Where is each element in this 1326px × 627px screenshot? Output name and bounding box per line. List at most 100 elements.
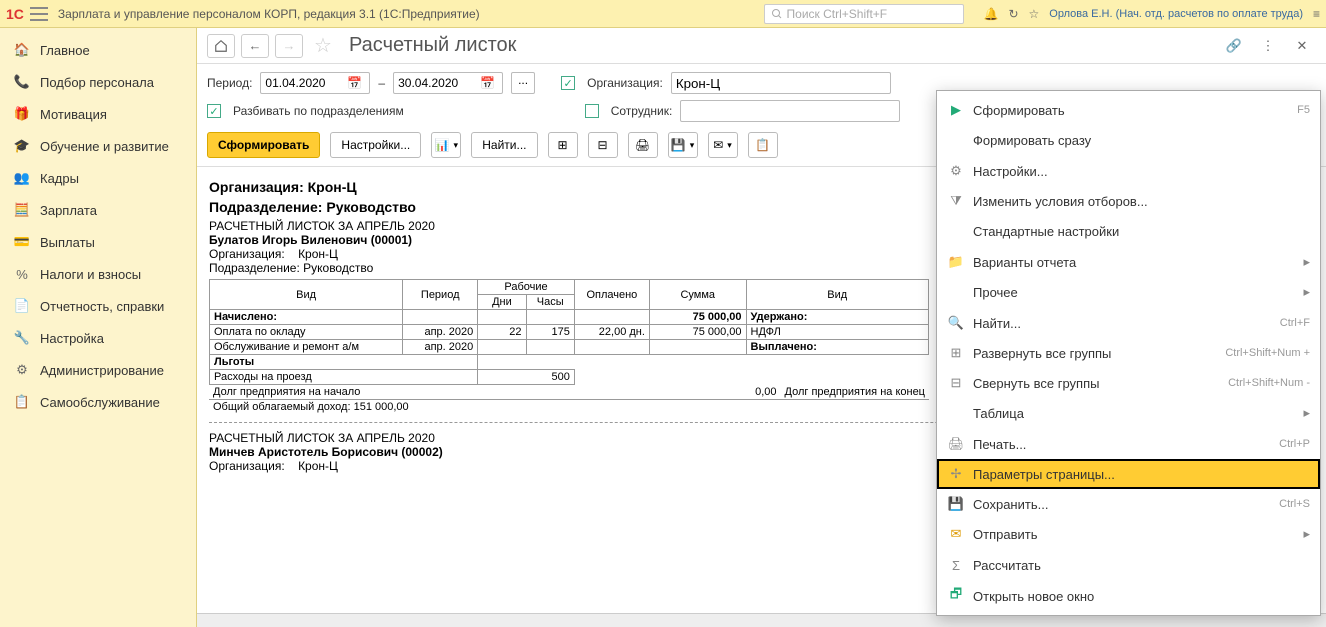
user-label[interactable]: Орлова Е.Н. (Нач. отд. расчетов по оплат… [1049,8,1303,20]
menu-item-label: Стандартные настройки [973,224,1310,239]
search-input[interactable]: Поиск Ctrl+Shift+F [764,4,964,24]
menu-item-Рассчитать[interactable]: ΣРассчитать [937,550,1320,580]
sidebar-item-Кадры[interactable]: 👥Кадры [0,162,196,194]
print-button[interactable]: 🖨 [628,132,658,158]
menu-shortcut: Ctrl+F [1280,317,1310,329]
page-title: Расчетный листок [349,34,516,57]
chevron-right-icon: ▸ [1303,254,1310,270]
app-title: Зарплата и управление персоналом КОРП, р… [58,7,480,21]
menu-item-Найти...[interactable]: 🔍Найти...Ctrl+F [937,308,1320,338]
copy-button[interactable]: 📋 [748,132,778,158]
org-label: Организация: [587,76,663,90]
menu-shortcut: Ctrl+S [1279,498,1310,510]
wallet-icon: 💳 [12,234,32,250]
calendar-icon[interactable]: 📅 [347,76,365,90]
table-row: Оплата по окладу апр. 2020 22 175 22,00 … [210,325,929,340]
main-area: ← → ☆ Расчетный листок 🔗 ⋮ ✕ Период: 01.… [197,28,1326,627]
menu-item-Печать...[interactable]: 🖨Печать...Ctrl+P [937,429,1320,459]
chevron-right-icon: ▸ [1303,526,1310,542]
sidebar-item-label: Выплаты [40,235,95,250]
home-icon: 🏠 [12,42,32,58]
menu-item-Стандартные настройки[interactable]: Стандартные настройки [937,216,1320,246]
more-icon[interactable]: ⋮ [1254,34,1282,58]
graduation-icon: 🎓 [12,138,32,154]
split-checkbox[interactable] [207,104,221,118]
sidebar-item-Администрирование[interactable]: ⚙ Администрирование [0,354,196,386]
sidebar-item-Самообслуживание[interactable]: 📋Самообслуживание [0,386,196,418]
sidebar-item-label: Мотивация [40,107,107,122]
sidebar-item-Обучение и развитие[interactable]: 🎓Обучение и развитие [0,130,196,162]
forward-button[interactable]: → [275,34,303,58]
menu-item-Сформировать[interactable]: ▶СформироватьF5 [937,95,1320,125]
chevron-right-icon: ▸ [1303,405,1310,421]
employee-input[interactable] [680,100,900,122]
period-ellipsis-button[interactable]: ... [511,72,535,94]
menu-item-label: Свернуть все группы [973,376,1228,391]
period-label: Период: [207,76,252,90]
sidebar-item-Настройка[interactable]: 🔧Настройка [0,322,196,354]
dropdown-icon[interactable]: ≡ [1313,7,1320,21]
sidebar-item-label: Самообслуживание [40,395,160,410]
menu-item-Свернуть все группы[interactable]: ⊟Свернуть все группыCtrl+Shift+Num - [937,368,1320,398]
sidebar-item-label: Администрирование [40,363,164,378]
sidebar-item-Мотивация[interactable]: 🎁Мотивация [0,98,196,130]
menu-item-Сохранить...[interactable]: 💾Сохранить...Ctrl+S [937,489,1320,519]
sidebar-item-Выплаты[interactable]: 💳 Выплаты [0,226,196,258]
org-input[interactable] [671,72,891,94]
menu-item-Варианты отчета[interactable]: 📁Варианты отчета▸ [937,247,1320,277]
form-button[interactable]: Сформировать [207,132,320,158]
bell-icon[interactable]: 🔔 [984,7,999,21]
sidebar-item-Главное[interactable]: 🏠Главное [0,34,196,66]
menu-item-Открыть новое окно[interactable]: 🗗Открыть новое окно [937,581,1320,611]
menu-icon[interactable] [30,7,48,21]
topbar-right: 🔔 ↻ ☆ Орлова Е.Н. (Нач. отд. расчетов по… [984,7,1320,21]
mail-button[interactable]: ✉▾ [708,132,738,158]
print-icon: 🖨 [945,436,967,452]
star-icon[interactable]: ☆ [1029,7,1040,21]
pay-table: Вид Период Рабочие Оплачено Сумма Вид Дн… [209,279,929,385]
play-icon: ▶ [945,102,967,118]
menu-item-label: Параметры страницы... [973,467,1310,482]
expand-groups-button[interactable]: ⊞ [548,132,578,158]
settings-button[interactable]: Настройки... [330,132,421,158]
calendar-icon[interactable]: 📅 [480,76,498,90]
menu-item-Развернуть все группы[interactable]: ⊞Развернуть все группыCtrl+Shift+Num + [937,338,1320,368]
sidebar-item-Зарплата[interactable]: 🧮Зарплата [0,194,196,226]
menu-item-Таблица[interactable]: Таблица▸ [937,398,1320,428]
save-button[interactable]: 💾▾ [668,132,698,158]
org-checkbox[interactable] [561,76,575,90]
period-to-input[interactable]: 30.04.2020📅 [393,72,503,94]
employee-checkbox[interactable] [585,104,599,118]
menu-item-label: Отправить [973,527,1303,542]
menu-item-Изменить условия отборов...[interactable]: ⧩Изменить условия отборов... [937,186,1320,216]
sidebar-item-label: Налоги и взносы [40,267,141,282]
copy-icon: 📄 [12,298,32,314]
gear-icon: ⚙ [12,362,32,378]
sidebar-item-Подбор персонала[interactable]: 📞Подбор персонала [0,66,196,98]
close-icon[interactable]: ✕ [1288,34,1316,58]
menu-item-label: Прочее [973,285,1303,300]
home-button[interactable] [207,34,235,58]
sidebar-item-Налоги и взносы[interactable]: %Налоги и взносы [0,258,196,290]
menu-shortcut: Ctrl+Shift+Num - [1228,377,1310,389]
topbar: 1C Зарплата и управление персоналом КОРП… [0,0,1326,28]
window-icon: 🗗 [945,585,967,607]
menu-item-Формировать сразу[interactable]: Формировать сразу [937,125,1320,155]
menu-item-Параметры страницы...[interactable]: ✢Параметры страницы... [937,459,1320,489]
period-from-input[interactable]: 01.04.2020📅 [260,72,370,94]
wrench-icon: 🔧 [12,330,32,346]
find-button[interactable]: Найти... [471,132,537,158]
sidebar-item-label: Зарплата [40,203,97,218]
sidebar-item-Отчетность, справки[interactable]: 📄Отчетность, справки [0,290,196,322]
chart-button[interactable]: 📊▾ [431,132,461,158]
link-icon[interactable]: 🔗 [1220,34,1248,58]
menu-item-label: Формировать сразу [973,133,1310,148]
history-icon[interactable]: ↻ [1008,7,1018,21]
menu-item-Прочее[interactable]: Прочее▸ [937,277,1320,307]
back-button[interactable]: ← [241,34,269,58]
favorite-button[interactable]: ☆ [309,34,337,58]
page-header: ← → ☆ Расчетный листок 🔗 ⋮ ✕ [197,28,1326,64]
collapse-groups-button[interactable]: ⊟ [588,132,618,158]
menu-item-Настройки...[interactable]: ⚙Настройки... [937,156,1320,186]
menu-item-Отправить[interactable]: ✉Отправить▸ [937,519,1320,549]
